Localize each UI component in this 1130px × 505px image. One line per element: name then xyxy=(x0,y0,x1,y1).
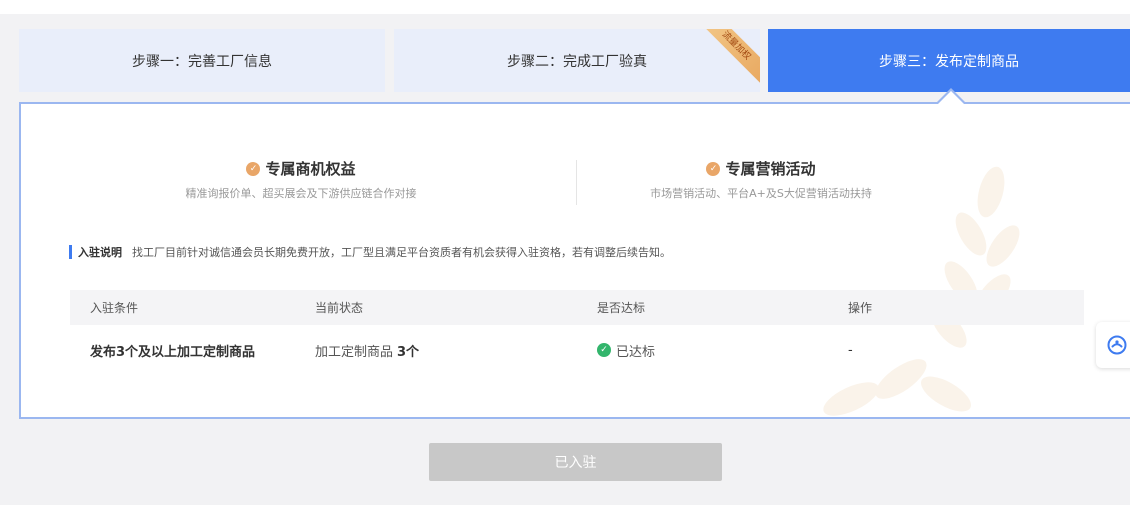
header-condition: 入驻条件 xyxy=(90,301,139,315)
step-1-label: 步骤一：完善工厂信息 xyxy=(132,53,272,70)
joined-button[interactable]: 已入驻 xyxy=(429,443,722,481)
check-circle-icon: ✓ xyxy=(246,161,261,176)
table-header: 入驻条件 当前状态 是否达标 操作 xyxy=(70,290,1084,325)
step-2-label: 步骤二：完成工厂验真 xyxy=(507,53,647,70)
top-strip xyxy=(0,0,1130,14)
header-status: 当前状态 xyxy=(315,301,364,315)
note-accent-bar xyxy=(69,245,72,259)
step-2-tab[interactable]: 步骤二：完成工厂验真 流量加权 xyxy=(394,29,760,92)
row-condition: 发布3个及以上加工定制商品 xyxy=(90,344,256,360)
step-content-panel: ✓ 专属商机权益 精准询报价单、超买展会及下游供应链合作对接 ✓ 专属营销活动 … xyxy=(19,102,1130,419)
note-label: 入驻说明 xyxy=(78,246,122,259)
table-row: 发布3个及以上加工定制商品 加工定制商品 3个 ✓ 已达标 - xyxy=(70,325,1084,375)
status-prefix: 加工定制商品 xyxy=(315,344,394,360)
status-count: 3个 xyxy=(397,344,420,360)
benefit-title: 专属营销活动 xyxy=(725,160,816,178)
traffic-boost-ribbon: 流量加权 xyxy=(697,29,760,85)
row-status: 加工定制商品 3个 xyxy=(315,325,419,375)
benefit-subtitle: 市场营销活动、平台A+及S大促营销活动扶持 xyxy=(650,187,872,200)
row-result: ✓ 已达标 xyxy=(597,325,655,375)
entry-note: 入驻说明 找工厂目前针对诚信通会员长期免费开放，工厂型且满足平台资质者有机会获得… xyxy=(69,244,671,260)
header-result: 是否达标 xyxy=(597,301,646,315)
check-circle-icon: ✓ xyxy=(706,161,721,176)
benefit-subtitle: 精准询报价单、超买展会及下游供应链合作对接 xyxy=(185,187,417,200)
step-tabs: 步骤一：完善工厂信息 步骤二：完成工厂验真 流量加权 步骤三：发布定制商品 xyxy=(19,29,1130,92)
result-text: 已达标 xyxy=(616,344,656,360)
assistant-icon xyxy=(1107,335,1127,355)
row-action: - xyxy=(848,342,853,358)
active-step-pointer-fill xyxy=(937,91,965,105)
step-1-tab[interactable]: 步骤一：完善工厂信息 xyxy=(19,29,385,92)
benefit-marketing: ✓ 专属营销活动 市场营销活动、平台A+及S大促营销活动扶持 xyxy=(591,158,931,201)
header-action: 操作 xyxy=(848,301,873,315)
step-3-tab[interactable]: 步骤三：发布定制商品 xyxy=(768,29,1130,92)
benefit-title: 专属商机权益 xyxy=(265,160,356,178)
benefit-divider xyxy=(576,160,577,205)
note-text: 找工厂目前针对诚信通会员长期免费开放，工厂型且满足平台资质者有机会获得入驻资格，… xyxy=(132,246,671,259)
check-circle-icon: ✓ xyxy=(597,343,611,357)
benefit-opportunity: ✓ 专属商机权益 精准询报价单、超买展会及下游供应链合作对接 xyxy=(131,158,471,201)
assistant-widget[interactable] xyxy=(1096,322,1130,368)
step-3-label: 步骤三：发布定制商品 xyxy=(879,53,1019,70)
